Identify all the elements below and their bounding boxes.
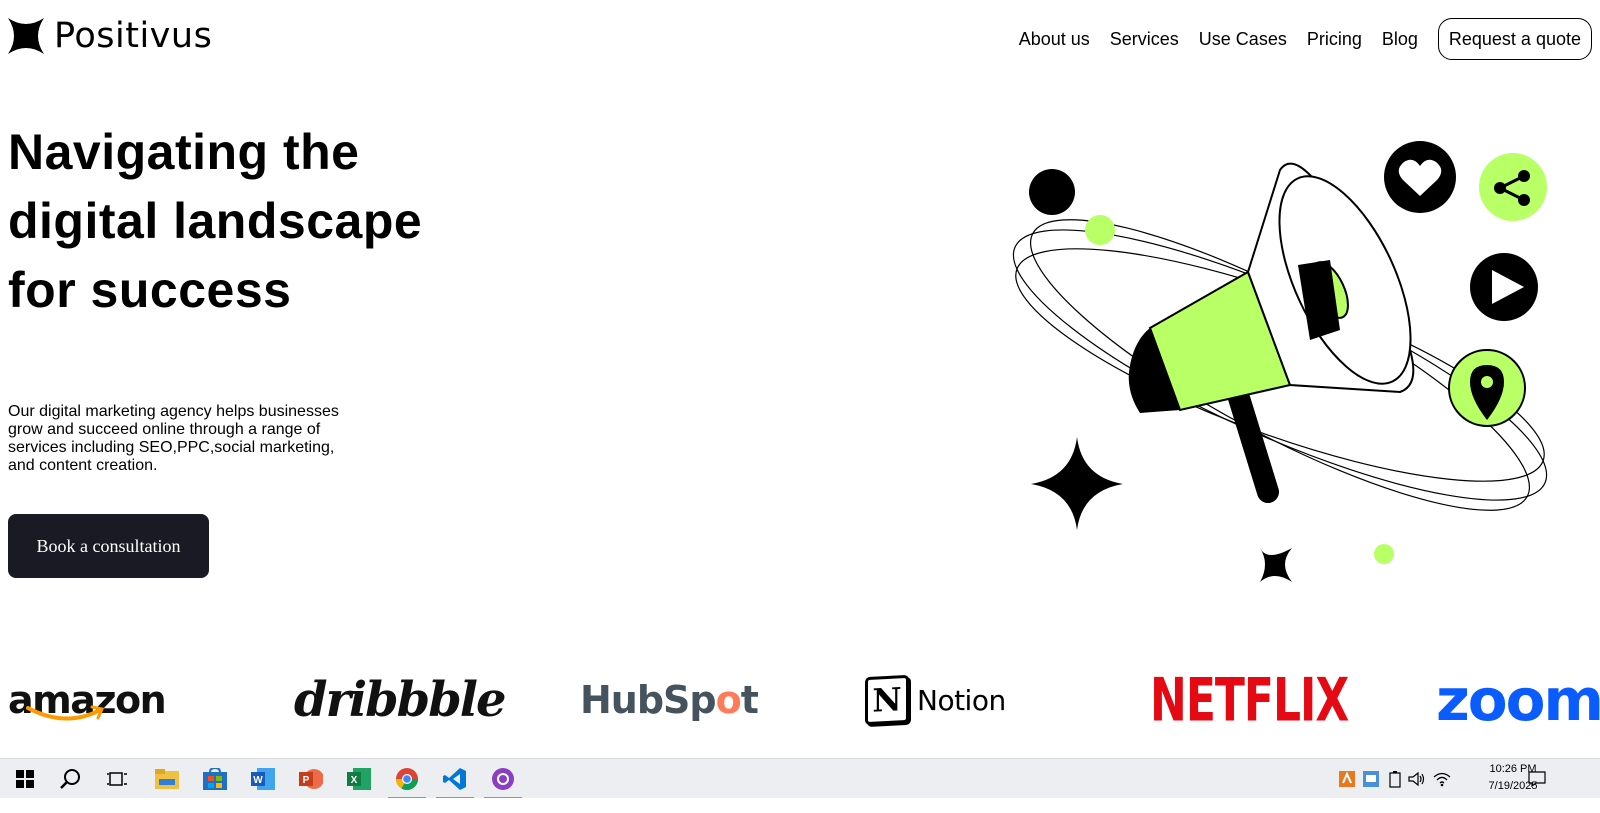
- positivus-logo-icon: [8, 18, 44, 54]
- brand-logo[interactable]: Positivus: [8, 16, 212, 56]
- wifi-icon[interactable]: [1430, 759, 1454, 799]
- hero-title-line-3: for success: [8, 262, 292, 318]
- dribbble-logo: dribbble: [294, 672, 507, 728]
- battery-icon[interactable]: [1384, 759, 1406, 799]
- play-bubble-icon: [1470, 253, 1538, 321]
- nav-pricing[interactable]: Pricing: [1307, 20, 1362, 58]
- hero-title-line-1: Navigating the: [8, 124, 360, 180]
- vscode-icon[interactable]: [432, 759, 478, 799]
- powerpoint-icon[interactable]: P: [288, 759, 334, 799]
- heart-bubble-icon: [1384, 141, 1456, 213]
- svg-text:X: X: [351, 775, 358, 786]
- hero-description: Our digital marketing agency helps busin…: [8, 403, 339, 474]
- store-icon[interactable]: [192, 759, 238, 799]
- black-dot: [1029, 169, 1075, 215]
- hero-title: Navigating the digital landscape for suc…: [8, 118, 468, 325]
- start-icon[interactable]: [2, 759, 48, 799]
- green-dot-bottom: [1374, 544, 1394, 564]
- amazon-smile-icon: [26, 705, 105, 721]
- zoom-logo: zoom: [1436, 666, 1600, 734]
- nav-use-cases[interactable]: Use Cases: [1199, 20, 1287, 58]
- file-explorer-icon[interactable]: [144, 759, 190, 799]
- main-nav: About us Services Use Cases Pricing Blog…: [1019, 18, 1592, 60]
- request-quote-button[interactable]: Request a quote: [1437, 18, 1592, 60]
- share-bubble-icon: [1479, 153, 1547, 221]
- notion-logo: N Notion: [865, 660, 1006, 740]
- excel-icon[interactable]: X: [336, 759, 382, 799]
- task-view-icon[interactable]: [94, 759, 140, 799]
- word-icon[interactable]: W: [240, 759, 286, 799]
- brand-name: Positivus: [54, 16, 213, 56]
- svg-text:W: W: [253, 775, 263, 786]
- amazon-logo: amazon: [8, 678, 167, 722]
- screen-bottom-strip: [0, 798, 1600, 813]
- client-logos: amazon dribbble HubSp o t N Notion NETFLIX…: [0, 660, 1600, 740]
- search-icon[interactable]: [48, 759, 94, 799]
- green-dot-small: [1085, 215, 1115, 245]
- hero-title-line-2: digital landscape: [8, 193, 423, 249]
- notion-mark-icon: N: [865, 674, 909, 726]
- svg-text:P: P: [303, 775, 310, 786]
- nav-services[interactable]: Services: [1110, 20, 1179, 58]
- small-sparkle-icon: [1260, 548, 1292, 582]
- volume-icon[interactable]: [1406, 759, 1428, 799]
- megaphone-handle: [1224, 374, 1279, 503]
- hubspot-logo: HubSp o t: [580, 678, 759, 722]
- location-bubble-icon: [1448, 349, 1526, 427]
- windows-taskbar: W P X 10:26 PM 7/19/2025: [0, 758, 1600, 799]
- chrome-icon[interactable]: [384, 759, 430, 799]
- netflix-logo: NETFLIX: [1150, 665, 1349, 735]
- notifications-icon[interactable]: [1522, 759, 1552, 799]
- tray-network-app-icon[interactable]: [1360, 759, 1382, 799]
- book-consultation-button[interactable]: Book a consultation: [8, 514, 209, 578]
- large-sparkle-icon: [1031, 437, 1123, 530]
- megaphone-illustration: [1012, 141, 1548, 582]
- nav-about-us[interactable]: About us: [1019, 20, 1090, 58]
- nav-blog[interactable]: Blog: [1382, 20, 1418, 58]
- github-desktop-icon[interactable]: [480, 759, 526, 799]
- tray-app-icon[interactable]: [1336, 759, 1358, 799]
